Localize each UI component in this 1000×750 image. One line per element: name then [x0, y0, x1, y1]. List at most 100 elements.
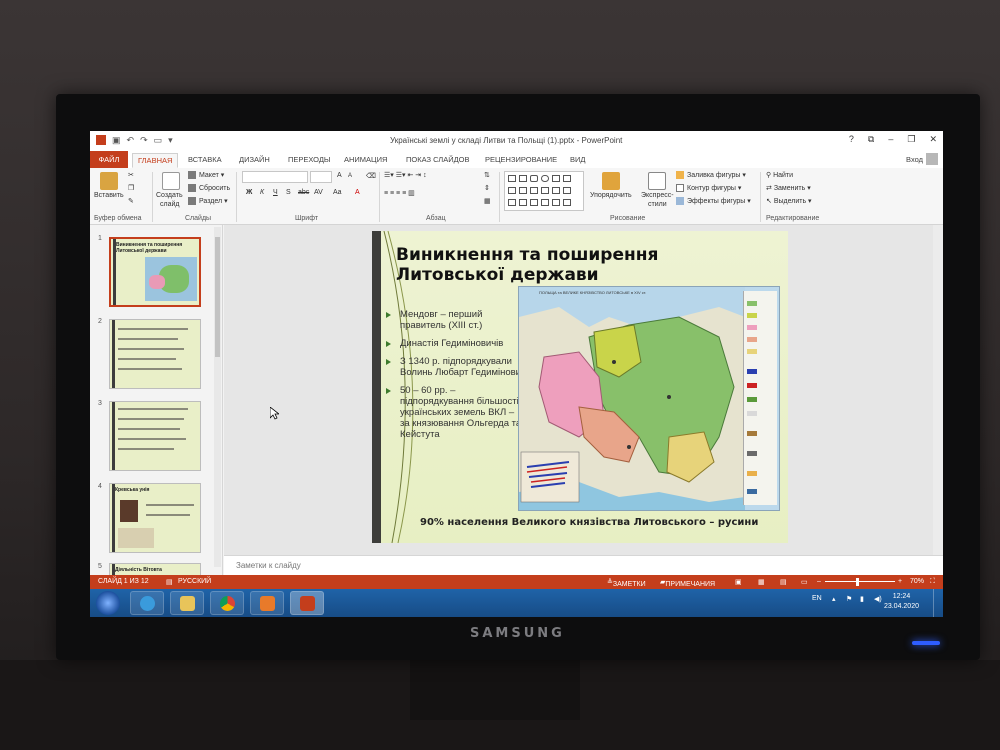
system-clock[interactable]: 12:24 23.04.2020: [884, 592, 919, 612]
thumbnail-slide-2[interactable]: [109, 319, 201, 389]
tab-animations[interactable]: АНИМАЦИЯ: [344, 153, 387, 168]
signin-link[interactable]: Вход: [906, 155, 923, 164]
clear-format-icon[interactable]: ⌫: [366, 172, 376, 180]
ribbon-display-button[interactable]: ⧉: [868, 134, 874, 145]
comments-toggle[interactable]: ▰ ПРИМЕЧАНИЯ: [660, 578, 715, 588]
layout-button[interactable]: Макет ▾: [188, 171, 224, 180]
slide-bullets[interactable]: Мендовг – перший правитель (XIII ст.) Ди…: [386, 309, 526, 447]
select-button[interactable]: ↖ Выделить ▾: [766, 197, 812, 205]
taskbar-media[interactable]: [250, 591, 284, 615]
thumbnails-scrollbar[interactable]: [214, 227, 221, 567]
slide-scrollbar[interactable]: [933, 225, 943, 555]
redo-icon[interactable]: ↷: [140, 135, 148, 146]
shape-outline-button[interactable]: Контур фигуры ▾: [676, 184, 741, 193]
current-slide[interactable]: Виникнення та поширення Литовської держа…: [372, 231, 788, 543]
strikethrough-button[interactable]: abc: [298, 189, 309, 196]
paste-button[interactable]: Вставить: [94, 192, 124, 199]
text-direction-icon[interactable]: ⇅: [484, 171, 490, 179]
font-name-combo[interactable]: [242, 171, 308, 183]
reset-button[interactable]: Сбросить: [188, 184, 230, 192]
slide-sorter-icon[interactable]: ▦: [758, 578, 765, 586]
undo-icon[interactable]: ↶: [127, 135, 135, 146]
notes-pane[interactable]: Заметки к слайду: [224, 555, 943, 575]
shrink-font-button[interactable]: A: [348, 173, 352, 179]
align-text-icon[interactable]: ⇕: [484, 184, 490, 192]
reading-view-icon[interactable]: ▤: [780, 578, 787, 586]
align-icons[interactable]: ≡ ≡ ≡ ≡ ▥: [384, 189, 415, 197]
save-icon[interactable]: ▣: [112, 135, 121, 146]
taskbar-powerpoint[interactable]: [290, 591, 324, 615]
notes-toggle[interactable]: ≜ ЗАМЕТКИ: [607, 578, 646, 588]
taskbar-ie[interactable]: [130, 591, 164, 615]
thumbnail-slide-5[interactable]: Діяльність Вітовта: [109, 563, 201, 575]
italic-button[interactable]: К: [260, 189, 264, 196]
quick-styles-line2[interactable]: стили: [648, 201, 667, 208]
tab-review[interactable]: РЕЦЕНЗИРОВАНИЕ: [485, 153, 557, 168]
font-color-icon[interactable]: A: [355, 189, 360, 196]
zoom-level[interactable]: 70%: [910, 578, 924, 585]
grow-font-button[interactable]: A: [337, 172, 342, 179]
customize-qat-icon[interactable]: ▾: [168, 135, 173, 146]
zoom-in-button[interactable]: +: [898, 578, 902, 585]
thumbnail-slide-1[interactable]: Виникнення та поширення Литовської держа…: [109, 237, 201, 307]
shape-fill-button[interactable]: Заливка фигуры ▾: [676, 171, 746, 180]
format-painter-icon[interactable]: ✎: [128, 197, 134, 205]
find-button[interactable]: ⚲ Найти: [766, 171, 793, 179]
paste-icon[interactable]: [100, 172, 118, 190]
input-language[interactable]: EN: [812, 595, 822, 602]
font-size-combo[interactable]: [310, 171, 332, 183]
avatar[interactable]: [926, 153, 938, 165]
copy-icon[interactable]: ❐: [128, 184, 134, 192]
change-case-button[interactable]: Aa: [333, 189, 342, 196]
zoom-out-button[interactable]: –: [817, 578, 821, 585]
language-indicator[interactable]: РУССКИЙ: [178, 578, 211, 585]
fit-slide-icon[interactable]: ⛶: [930, 578, 935, 586]
spellcheck-icon[interactable]: ▤: [166, 578, 173, 586]
new-slide-button-line2[interactable]: слайд: [160, 201, 179, 208]
cut-icon[interactable]: ✂: [128, 171, 134, 179]
shadow-button[interactable]: S: [286, 189, 291, 196]
show-desktop-button[interactable]: [933, 589, 943, 617]
historical-map[interactable]: ПОЛЬЩА та ВЕЛИКЕ КНЯЗІВСТВО ЛИТОВСЬКЕ в …: [518, 286, 780, 511]
replace-button[interactable]: ⇄ Заменить ▾: [766, 184, 811, 192]
network-icon[interactable]: ▮: [860, 595, 864, 603]
close-button[interactable]: ✕: [929, 134, 937, 145]
quick-styles-line1[interactable]: Экспресс-: [641, 192, 674, 199]
slide-title[interactable]: Виникнення та поширення Литовської держа…: [396, 245, 696, 285]
smartart-icon[interactable]: ▦: [484, 197, 491, 205]
volume-icon[interactable]: ◀): [874, 595, 882, 603]
thumbnail-slide-3[interactable]: [109, 401, 201, 471]
thumbnail-slide-4[interactable]: Кревська унія: [109, 483, 201, 553]
powerpoint-logo-icon[interactable]: [96, 135, 106, 145]
tab-home[interactable]: ГЛАВНАЯ: [132, 153, 179, 168]
taskbar-chrome[interactable]: [210, 591, 244, 615]
taskbar-explorer[interactable]: [170, 591, 204, 615]
arrange-button[interactable]: Упорядочить: [590, 192, 632, 199]
shape-effects-button[interactable]: Эффекты фигуры ▾: [676, 197, 751, 206]
section-button[interactable]: Раздел ▾: [188, 197, 228, 206]
restore-button[interactable]: ❐: [907, 134, 915, 145]
normal-view-icon[interactable]: ▣: [735, 578, 742, 586]
start-slideshow-icon[interactable]: ▭: [154, 135, 163, 146]
spacing-icon[interactable]: AV: [314, 189, 323, 196]
tray-arrow-icon[interactable]: ▴: [832, 595, 836, 603]
new-slide-icon[interactable]: [162, 172, 180, 190]
start-button[interactable]: [96, 591, 120, 615]
bold-button[interactable]: Ж: [246, 189, 252, 196]
bullets-icon[interactable]: ☰▾ ☰▾ ⇤ ⇥ ↕: [384, 171, 427, 179]
new-slide-button-line1[interactable]: Создать: [156, 192, 183, 199]
help-button[interactable]: ?: [849, 134, 854, 145]
zoom-slider[interactable]: [825, 581, 895, 582]
tab-design[interactable]: ДИЗАЙН: [239, 153, 270, 168]
slideshow-view-icon[interactable]: ▭: [801, 578, 808, 586]
quick-styles-icon[interactable]: [648, 172, 666, 190]
tab-slideshow[interactable]: ПОКАЗ СЛАЙДОВ: [406, 153, 470, 168]
arrange-icon[interactable]: [602, 172, 620, 190]
zoom-slider-knob[interactable]: [856, 578, 859, 586]
tab-insert[interactable]: ВСТАВКА: [188, 153, 222, 168]
action-center-icon[interactable]: ⚑: [846, 595, 852, 603]
tab-file[interactable]: ФАЙЛ: [90, 151, 128, 168]
slide-footer-text[interactable]: 90% населення Великого князівства Литовс…: [420, 517, 758, 528]
tab-transitions[interactable]: ПЕРЕХОДЫ: [288, 153, 331, 168]
underline-button[interactable]: Ч: [273, 189, 278, 196]
